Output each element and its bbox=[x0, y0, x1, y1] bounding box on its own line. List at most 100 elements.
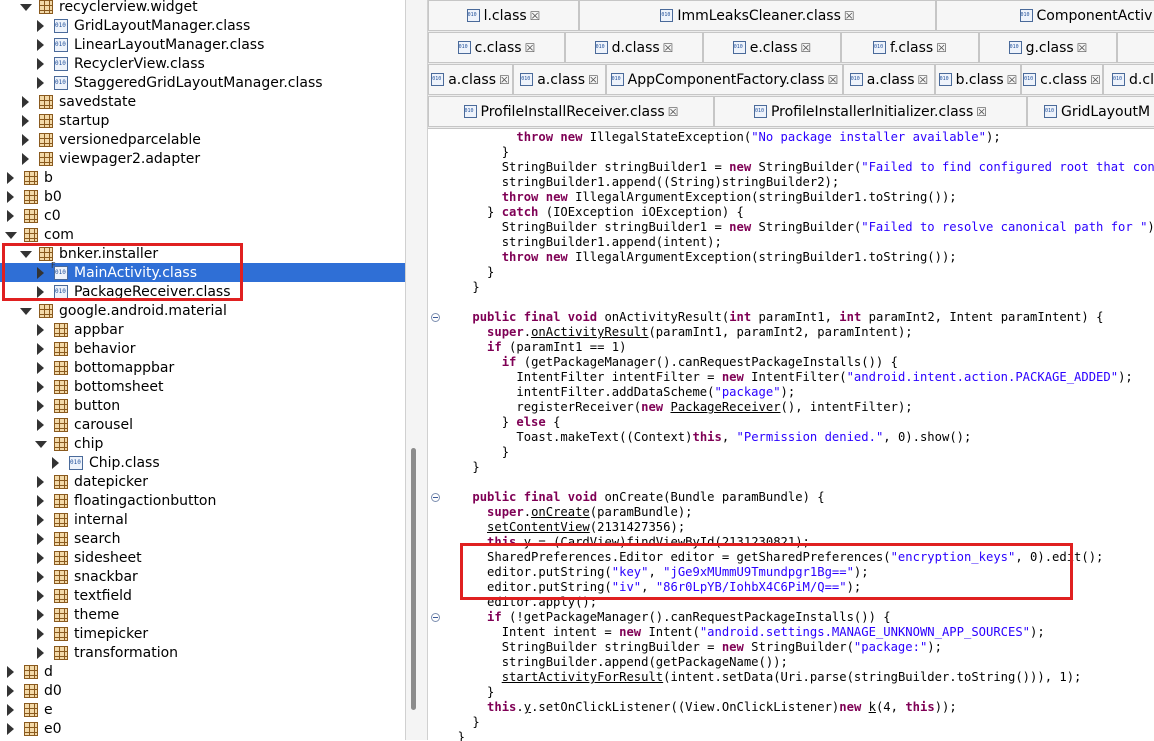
tree-row-datepicker[interactable]: datepicker bbox=[0, 472, 405, 491]
tree-row-appbar[interactable]: appbar bbox=[0, 320, 405, 339]
close-tab-icon[interactable]: ☒ bbox=[668, 105, 679, 119]
tree-row-chip-class[interactable]: Chip.class bbox=[0, 453, 405, 472]
tree-row-e[interactable]: e bbox=[0, 700, 405, 719]
tree-row-linearlayoutmanager-class[interactable]: LinearLayoutManager.class bbox=[0, 35, 405, 54]
close-tab-icon[interactable]: ☒ bbox=[1090, 73, 1101, 87]
close-tab-icon[interactable]: ☒ bbox=[1007, 73, 1018, 87]
tree-row-com[interactable]: com bbox=[0, 225, 405, 244]
expand-arrow-icon[interactable] bbox=[34, 380, 46, 393]
expand-arrow-icon[interactable] bbox=[49, 456, 61, 469]
close-tab-icon[interactable]: ☒ bbox=[525, 41, 536, 55]
reference-token[interactable]: y bbox=[524, 700, 531, 714]
close-tab-icon[interactable]: ☒ bbox=[499, 73, 510, 87]
tab-e-class[interactable]: e.class☒ bbox=[703, 32, 841, 63]
tree-row-button[interactable]: button bbox=[0, 396, 405, 415]
tab-d-class[interactable]: d.class☒ bbox=[565, 32, 703, 63]
expand-arrow-icon[interactable] bbox=[34, 551, 46, 564]
expand-arrow-icon[interactable] bbox=[34, 475, 46, 488]
collapse-arrow-icon[interactable] bbox=[19, 305, 32, 317]
tab-empty[interactable] bbox=[1117, 32, 1154, 63]
close-tab-icon[interactable]: ☒ bbox=[936, 41, 947, 55]
tree-row-bottomappbar[interactable]: bottomappbar bbox=[0, 358, 405, 377]
expand-arrow-icon[interactable] bbox=[34, 57, 46, 70]
expand-arrow-icon[interactable] bbox=[34, 532, 46, 545]
expand-arrow-icon[interactable] bbox=[34, 19, 46, 32]
collapse-arrow-icon[interactable] bbox=[4, 229, 17, 241]
reference-token[interactable]: onCreate bbox=[531, 505, 590, 519]
expand-arrow-icon[interactable] bbox=[34, 608, 46, 621]
expand-arrow-icon[interactable] bbox=[19, 114, 31, 127]
tab-a-class[interactable]: a.class☒ bbox=[513, 64, 606, 95]
tree-row-recyclerview-class[interactable]: RecyclerView.class bbox=[0, 54, 405, 73]
expand-arrow-icon[interactable] bbox=[34, 570, 46, 583]
tree-row-chip[interactable]: chip bbox=[0, 434, 405, 453]
tree-row-viewpager2-adapter[interactable]: viewpager2.adapter bbox=[0, 149, 405, 168]
expand-arrow-icon[interactable] bbox=[34, 76, 46, 89]
tree-row-e0[interactable]: e0 bbox=[0, 719, 405, 738]
tree-row-carousel[interactable]: carousel bbox=[0, 415, 405, 434]
tab-appcomponentfactory-class[interactable]: AppComponentFactory.class☒ bbox=[606, 64, 843, 95]
expand-arrow-icon[interactable] bbox=[34, 494, 46, 507]
fold-toggle-icon[interactable] bbox=[431, 613, 440, 622]
expand-arrow-icon[interactable] bbox=[4, 665, 16, 678]
tab-a-class[interactable]: a.class☒ bbox=[843, 64, 935, 95]
tab-l-class[interactable]: l.class☒ bbox=[428, 0, 579, 31]
close-tab-icon[interactable]: ☒ bbox=[976, 105, 987, 119]
tree-row-savedstate[interactable]: savedstate bbox=[0, 92, 405, 111]
reference-token[interactable]: setContentView bbox=[487, 520, 590, 534]
tree-row-recyclerview-widget[interactable]: recyclerview.widget bbox=[0, 0, 405, 16]
close-tab-icon[interactable]: ☒ bbox=[918, 73, 929, 87]
tab-profileinstallerinitializer-class[interactable]: ProfileInstallerInitializer.class☒ bbox=[714, 96, 1027, 127]
tree-row-c0[interactable]: c0 bbox=[0, 206, 405, 225]
tab-g-class[interactable]: g.class☒ bbox=[979, 32, 1117, 63]
reference-token[interactable]: onActivityResult bbox=[531, 325, 648, 339]
tab-profileinstallreceiver-class[interactable]: ProfileInstallReceiver.class☒ bbox=[428, 96, 714, 127]
tab-componentactiv[interactable]: ComponentActiv bbox=[936, 0, 1154, 31]
expand-arrow-icon[interactable] bbox=[34, 589, 46, 602]
tab-b-class[interactable]: b.class☒ bbox=[935, 64, 1021, 95]
tree-row-behavior[interactable]: behavior bbox=[0, 339, 405, 358]
close-tab-icon[interactable]: ☒ bbox=[588, 73, 599, 87]
code-editor[interactable]: throw new IllegalStateException("No pack… bbox=[428, 128, 1154, 741]
expand-arrow-icon[interactable] bbox=[4, 684, 16, 697]
tree-row-bottomsheet[interactable]: bottomsheet bbox=[0, 377, 405, 396]
tab-gridlayoutm[interactable]: GridLayoutM bbox=[1027, 96, 1154, 127]
tree-row-theme[interactable]: theme bbox=[0, 605, 405, 624]
tab-c-class[interactable]: c.class☒ bbox=[1021, 64, 1103, 95]
close-tab-icon[interactable]: ☒ bbox=[663, 41, 674, 55]
tree-row-textfield[interactable]: textfield bbox=[0, 586, 405, 605]
close-tab-icon[interactable]: ☒ bbox=[1077, 41, 1088, 55]
expand-arrow-icon[interactable] bbox=[19, 152, 31, 165]
expand-arrow-icon[interactable] bbox=[34, 361, 46, 374]
tree-row-search[interactable]: search bbox=[0, 529, 405, 548]
expand-arrow-icon[interactable] bbox=[4, 209, 16, 222]
expand-arrow-icon[interactable] bbox=[19, 95, 31, 108]
tab-d-cl[interactable]: d.cl bbox=[1103, 64, 1154, 95]
expand-arrow-icon[interactable] bbox=[34, 342, 46, 355]
close-tab-icon[interactable]: ☒ bbox=[801, 41, 812, 55]
tree-row-staggeredgridlayoutmanager-class[interactable]: StaggeredGridLayoutManager.class bbox=[0, 73, 405, 92]
close-tab-icon[interactable]: ☒ bbox=[844, 9, 855, 23]
tab-f-class[interactable]: f.class☒ bbox=[841, 32, 979, 63]
splitter-scrollbar[interactable] bbox=[405, 0, 428, 740]
expand-arrow-icon[interactable] bbox=[34, 513, 46, 526]
tree-row-internal[interactable]: internal bbox=[0, 510, 405, 529]
tree-row-d0[interactable]: d0 bbox=[0, 681, 405, 700]
tree-row-snackbar[interactable]: snackbar bbox=[0, 567, 405, 586]
expand-arrow-icon[interactable] bbox=[34, 418, 46, 431]
expand-arrow-icon[interactable] bbox=[4, 171, 16, 184]
reference-token[interactable]: k bbox=[869, 700, 876, 714]
tab-a-class[interactable]: a.class☒ bbox=[428, 64, 513, 95]
fold-toggle-icon[interactable] bbox=[431, 313, 440, 322]
tab-c-class[interactable]: c.class☒ bbox=[428, 32, 565, 63]
reference-token[interactable]: PackageReceiver bbox=[670, 400, 780, 414]
expand-arrow-icon[interactable] bbox=[19, 133, 31, 146]
expand-arrow-icon[interactable] bbox=[34, 627, 46, 640]
tree-row-d[interactable]: d bbox=[0, 662, 405, 681]
reference-token[interactable]: startActivityForResult bbox=[502, 670, 663, 684]
collapse-arrow-icon[interactable] bbox=[34, 438, 47, 450]
expand-arrow-icon[interactable] bbox=[34, 323, 46, 336]
tree-row-floatingactionbutton[interactable]: floatingactionbutton bbox=[0, 491, 405, 510]
tree-row-google-android-material[interactable]: google.android.material bbox=[0, 301, 405, 320]
expand-arrow-icon[interactable] bbox=[34, 399, 46, 412]
